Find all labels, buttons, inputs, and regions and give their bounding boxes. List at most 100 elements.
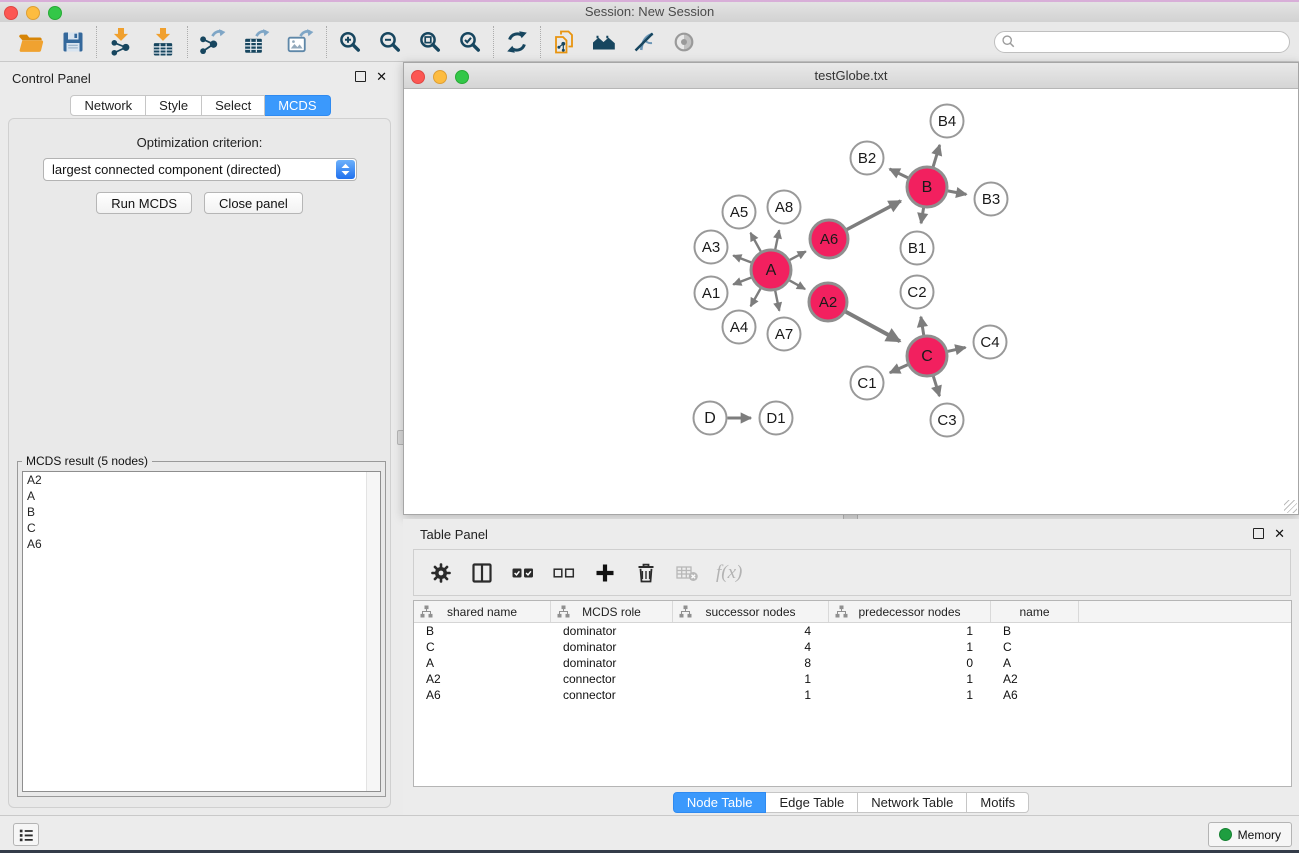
table-cell[interactable]: connector (551, 688, 673, 702)
edge-C-C1[interactable] (890, 365, 908, 373)
run-mcds-button[interactable]: Run MCDS (96, 192, 192, 214)
table-cell[interactable]: 1 (673, 688, 829, 702)
table-cell[interactable]: 4 (673, 640, 829, 654)
table-cell[interactable]: 8 (673, 656, 829, 670)
table-row[interactable]: Cdominator41C (414, 639, 1291, 655)
column-manager-button[interactable] (470, 561, 494, 585)
edge-A-A1[interactable] (733, 278, 751, 285)
edge-B-B3[interactable] (948, 191, 967, 195)
table-cell[interactable]: 1 (829, 640, 991, 654)
zoom-in-button[interactable] (338, 30, 362, 54)
task-history-button[interactable] (13, 823, 39, 846)
close-panel-button[interactable]: Close panel (204, 192, 303, 214)
edge-C-C3[interactable] (933, 376, 939, 396)
export-table-button[interactable] (243, 29, 271, 55)
table-row[interactable]: Bdominator41B (414, 623, 1291, 639)
column-header-shared-name[interactable]: shared name (414, 601, 551, 622)
mcds-result-item[interactable]: A (23, 488, 380, 504)
close-table-panel-icon[interactable]: ✕ (1274, 528, 1285, 539)
table-cell[interactable]: 1 (829, 624, 991, 638)
table-cell[interactable]: dominator (551, 624, 673, 638)
tab-network-table[interactable]: Network Table (858, 792, 967, 813)
table-cell[interactable]: C (991, 640, 1079, 654)
table-cell[interactable]: dominator (551, 640, 673, 654)
mcds-result-item[interactable]: B (23, 504, 380, 520)
window-resize-grip[interactable] (1284, 500, 1297, 513)
edge-A2-C[interactable] (846, 312, 900, 342)
tab-motifs[interactable]: Motifs (967, 792, 1029, 813)
table-cell[interactable]: 0 (829, 656, 991, 670)
table-cell[interactable]: A6 (991, 688, 1079, 702)
table-cell[interactable]: A6 (414, 688, 551, 702)
network-canvas[interactable]: B4B2BB3A5A8A6B1A3AA1C2A2A4A7CC4C1C3DD1 (404, 89, 1298, 514)
hide-graphics-details-button[interactable] (632, 30, 656, 54)
table-row[interactable]: A6connector11A6 (414, 687, 1291, 703)
tab-select[interactable]: Select (202, 95, 265, 116)
table-row[interactable]: A2connector11A2 (414, 671, 1291, 687)
mcds-result-item[interactable]: A2 (23, 472, 380, 488)
table-cell[interactable]: C (414, 640, 551, 654)
tab-node-table[interactable]: Node Table (673, 792, 767, 813)
duplicate-network-button[interactable] (552, 30, 576, 54)
add-column-button[interactable] (593, 561, 617, 585)
refresh-button[interactable] (505, 30, 529, 54)
edge-A-A4[interactable] (751, 288, 761, 306)
settings-gear-button[interactable] (429, 561, 453, 585)
column-header-MCDS-role[interactable]: MCDS role (551, 601, 673, 622)
table-cell[interactable]: dominator (551, 656, 673, 670)
table-cell[interactable]: 1 (829, 672, 991, 686)
edge-A6-B[interactable] (847, 201, 901, 230)
table-cell[interactable]: B (414, 624, 551, 638)
memory-button[interactable]: Memory (1208, 822, 1292, 847)
criterion-select[interactable]: largest connected component (directed) (43, 158, 357, 181)
deselect-all-columns-button[interactable] (552, 561, 576, 585)
table-cell[interactable]: A2 (991, 672, 1079, 686)
tab-mcds[interactable]: MCDS (265, 95, 330, 116)
table-row[interactable]: Adominator80A (414, 655, 1291, 671)
list-scrollbar[interactable] (366, 472, 380, 791)
tab-network[interactable]: Network (70, 95, 146, 116)
table-cell[interactable]: 1 (673, 672, 829, 686)
mcds-result-item[interactable]: C (23, 520, 380, 536)
edge-C-C2[interactable] (921, 317, 924, 335)
home-button[interactable] (592, 30, 616, 54)
column-header-name[interactable]: name (991, 601, 1079, 622)
float-panel-icon[interactable] (355, 71, 366, 82)
zoom-fit-button[interactable] (418, 30, 442, 54)
edge-A-A6[interactable] (790, 251, 806, 260)
tab-edge-table[interactable]: Edge Table (766, 792, 858, 813)
zoom-selected-button[interactable] (458, 30, 482, 54)
edge-A-A7[interactable] (775, 291, 779, 311)
select-all-columns-button[interactable] (511, 561, 535, 585)
column-header-successor-nodes[interactable]: successor nodes (673, 601, 829, 622)
edge-B-B1[interactable] (921, 208, 924, 224)
table-cell[interactable]: A2 (414, 672, 551, 686)
edge-A-A3[interactable] (733, 256, 751, 263)
export-image-button[interactable] (287, 29, 315, 55)
delete-column-button[interactable] (634, 561, 658, 585)
export-network-button[interactable] (199, 29, 227, 55)
search-input[interactable] (1016, 32, 1289, 52)
save-session-button[interactable] (61, 30, 85, 54)
table-cell[interactable]: A (991, 656, 1079, 670)
edge-B-B4[interactable] (933, 145, 940, 167)
mcds-result-item[interactable]: A6 (23, 536, 380, 552)
search-field[interactable] (994, 31, 1290, 53)
edge-B-B2[interactable] (890, 169, 908, 178)
edge-A-A2[interactable] (789, 280, 805, 289)
show-hide-button[interactable] (672, 30, 696, 54)
open-session-button[interactable] (17, 29, 45, 55)
table-cell[interactable]: connector (551, 672, 673, 686)
edge-A-A5[interactable] (750, 233, 760, 252)
table-cell[interactable]: A (414, 656, 551, 670)
import-table-button[interactable] (150, 28, 176, 56)
table-cell[interactable]: 4 (673, 624, 829, 638)
tab-style[interactable]: Style (146, 95, 202, 116)
import-network-button[interactable] (108, 28, 134, 56)
close-panel-icon[interactable]: ✕ (376, 71, 387, 82)
column-header-predecessor-nodes[interactable]: predecessor nodes (829, 601, 991, 622)
edge-A-A8[interactable] (775, 230, 779, 249)
edge-C-C4[interactable] (947, 347, 965, 351)
zoom-out-button[interactable] (378, 30, 402, 54)
table-cell[interactable]: 1 (829, 688, 991, 702)
